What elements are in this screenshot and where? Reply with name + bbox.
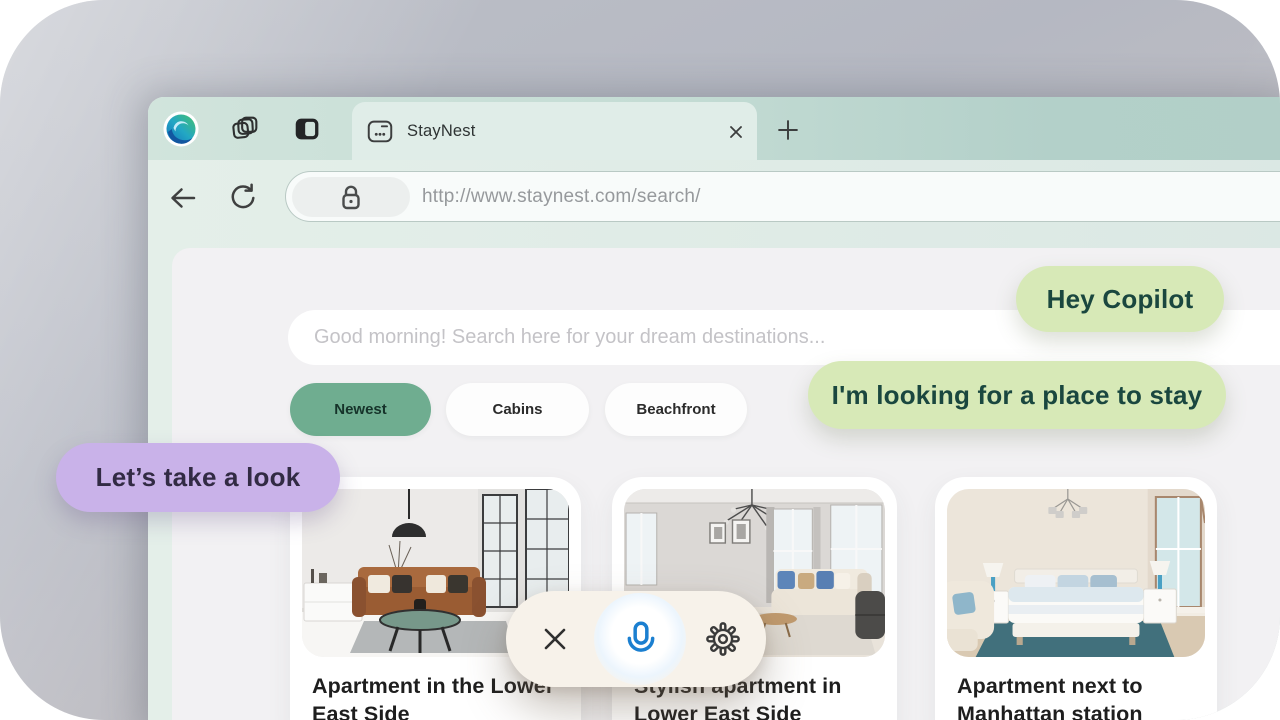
background-frame: StayNest http://www.staynest.com/search/… — [0, 0, 1280, 720]
microphone-icon — [627, 621, 655, 652]
filter-chip-beachfront[interactable]: Beachfront — [605, 383, 747, 436]
gear-icon — [706, 622, 740, 656]
microphone-button[interactable] — [620, 618, 662, 660]
tab-close-button[interactable] — [723, 119, 749, 145]
listing-title: Apartment next to Manhattan station — [957, 674, 1143, 720]
listing-title: Apartment in the Lower East Side — [312, 674, 555, 720]
split-window-icon — [295, 118, 319, 140]
tab-favicon-icon — [367, 120, 393, 143]
user-message-bubble: I'm looking for a place to stay — [808, 361, 1226, 429]
workspaces-icon — [232, 116, 258, 139]
voice-settings-button[interactable] — [703, 619, 743, 659]
voice-close-button[interactable] — [536, 620, 574, 658]
address-bar[interactable]: http://www.staynest.com/search/ — [285, 171, 1280, 222]
browser-toolbar: http://www.staynest.com/search/ — [148, 160, 1280, 248]
lock-icon — [342, 185, 360, 210]
back-arrow-icon — [171, 188, 196, 208]
refresh-icon — [231, 183, 255, 209]
back-button[interactable] — [165, 180, 201, 216]
filter-chip-newest[interactable]: Newest — [290, 383, 431, 436]
split-window-button[interactable] — [290, 111, 326, 147]
url-text: http://www.staynest.com/search/ — [422, 185, 701, 207]
listing-card[interactable]: Apartment next to Manhattan station — [935, 477, 1217, 720]
plus-icon — [778, 120, 798, 140]
workspaces-button[interactable] — [227, 111, 263, 147]
filter-chip-cabins[interactable]: Cabins — [446, 383, 589, 436]
edge-logo-icon — [163, 111, 199, 147]
tab-title: StayNest — [407, 121, 476, 140]
close-icon — [544, 628, 566, 650]
close-icon — [730, 126, 742, 138]
site-info-button[interactable] — [292, 177, 410, 217]
copilot-message-bubble: Let’s take a look — [56, 443, 340, 512]
user-message-bubble: Hey Copilot — [1016, 266, 1224, 332]
tab-strip: StayNest — [148, 97, 1280, 160]
listing-photo-bedroom — [947, 489, 1205, 657]
copilot-voice-pill — [506, 591, 766, 687]
tab-staynest[interactable]: StayNest — [352, 102, 757, 160]
refresh-button[interactable] — [225, 180, 261, 216]
new-tab-button[interactable] — [771, 113, 805, 147]
